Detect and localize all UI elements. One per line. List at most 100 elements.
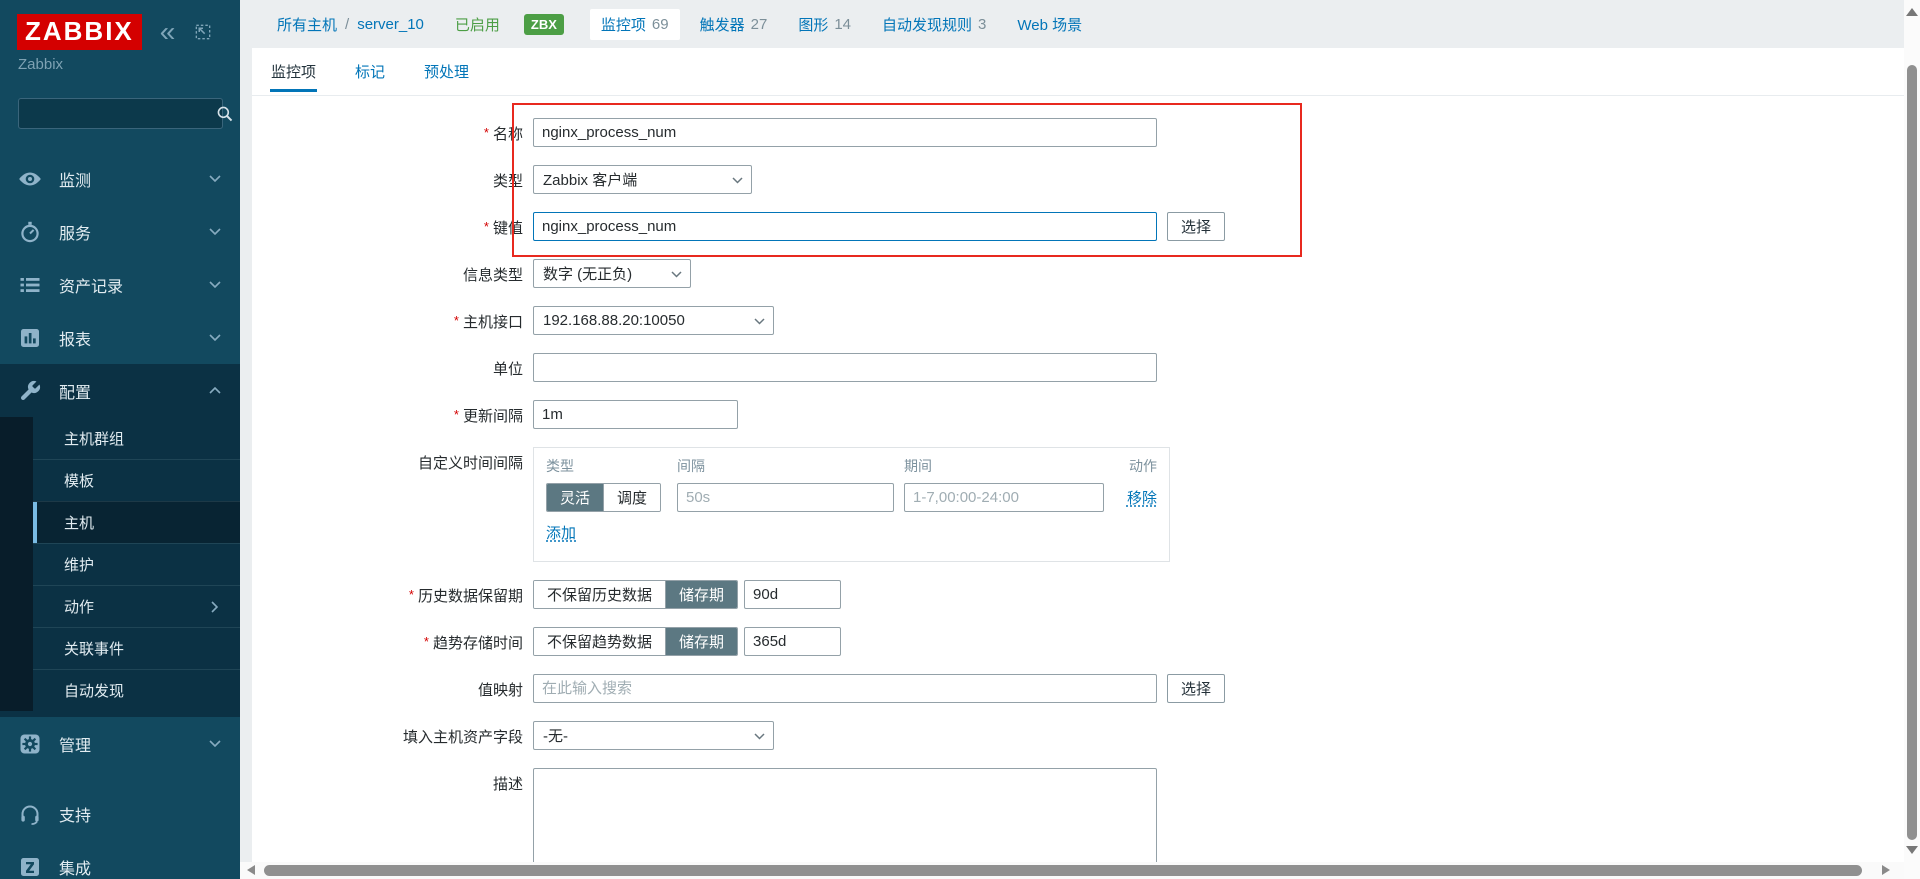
horizontal-scroll-thumb[interactable] [264, 865, 1862, 876]
type-select[interactable]: Zabbix 客户端 [533, 165, 752, 194]
breadcrumb-host[interactable]: server_10 [357, 16, 424, 33]
kiosk-mode-icon[interactable] [193, 22, 213, 42]
eye-icon [18, 167, 42, 191]
sidebar-item-administration[interactable]: 管理 [0, 717, 240, 770]
sidebar-item-reports[interactable]: 报表 [0, 311, 240, 364]
no-history-option[interactable]: 不保留历史数据 [534, 581, 665, 608]
host-nav-items[interactable]: 监控项 69 [590, 9, 680, 40]
host-status[interactable]: 已启用 [455, 14, 500, 35]
vertical-scroll-thumb[interactable] [1907, 65, 1917, 840]
inventory-field-select[interactable]: -无- [533, 721, 774, 750]
sidebar-item-label: 管理 [59, 732, 91, 756]
submenu-item-templates[interactable]: 模板 [33, 459, 240, 501]
host-interface-select[interactable]: 192.168.88.20:10050 [533, 306, 774, 335]
zbx-agent-badge: ZBX [524, 14, 564, 35]
history-storage-option[interactable]: 储存期 [665, 581, 737, 608]
scroll-down-arrow[interactable] [1906, 846, 1918, 854]
tab-item[interactable]: 监控项 [270, 61, 317, 92]
required-marker: * [454, 313, 459, 328]
name-input[interactable] [533, 118, 1157, 147]
chevron-down-icon [732, 177, 743, 184]
chevron-down-icon [671, 271, 682, 278]
scroll-up-arrow[interactable] [1906, 8, 1918, 16]
required-marker: * [484, 125, 489, 140]
trends-input[interactable] [744, 627, 841, 656]
flexible-option[interactable]: 灵活 [547, 484, 603, 511]
host-interface-label: *主机接口 [252, 306, 523, 332]
host-nav-web-scenarios[interactable]: Web 场景 [1006, 9, 1099, 40]
add-interval-link[interactable]: 添加 [546, 525, 576, 542]
sidebar-item-label: 配置 [59, 379, 91, 403]
no-trends-option[interactable]: 不保留趋势数据 [534, 628, 665, 655]
server-name: Zabbix [18, 56, 63, 73]
host-nav-triggers[interactable]: 触发器 27 [689, 9, 779, 40]
value-map-select-button[interactable]: 选择 [1167, 674, 1225, 703]
required-marker: * [454, 407, 459, 422]
custom-intervals-label: 自定义时间间隔 [252, 447, 523, 473]
units-input[interactable] [533, 353, 1157, 382]
submenu-item-actions[interactable]: 动作 [33, 585, 240, 627]
sidebar-item-support[interactable]: 支持 [0, 787, 240, 840]
info-type-select[interactable]: 数字 (无正负) [533, 259, 691, 288]
interval-input[interactable] [677, 483, 894, 512]
key-input[interactable] [533, 212, 1157, 241]
tab-tags[interactable]: 标记 [354, 61, 386, 92]
remove-interval-link[interactable]: 移除 [1127, 490, 1157, 507]
custom-interval-row: 灵活 调度 移除 [546, 483, 1157, 512]
breadcrumb-all-hosts[interactable]: 所有主机 [277, 14, 337, 35]
header-type: 类型 [546, 456, 677, 476]
form-row-host-interface: *主机接口 192.168.88.20:10050 [252, 306, 1904, 335]
submenu-item-hosts[interactable]: 主机 [33, 501, 240, 543]
submenu-item-discovery[interactable]: 自动发现 [33, 669, 240, 711]
scroll-left-arrow[interactable] [247, 865, 255, 875]
trends-label: *趋势存储时间 [252, 627, 523, 653]
period-input[interactable] [904, 483, 1104, 512]
host-nav-discovery-rules[interactable]: 自动发现规则 3 [871, 9, 997, 40]
value-map-input[interactable] [533, 674, 1157, 703]
sidebar-item-services[interactable]: 服务 [0, 205, 240, 258]
item-form: *名称 类型 Zabbix 客户端 *键值 [252, 118, 1904, 862]
breadcrumb-separator: / [345, 16, 349, 33]
history-input[interactable] [744, 580, 841, 609]
headset-icon [18, 802, 42, 826]
key-select-button[interactable]: 选择 [1167, 212, 1225, 241]
trends-storage-option[interactable]: 储存期 [665, 628, 737, 655]
wrench-icon [18, 379, 42, 403]
form-row-key: *键值 选择 [252, 212, 1904, 241]
header-period: 期间 [904, 456, 1122, 476]
submenu-item-host-groups[interactable]: 主机群组 [33, 417, 240, 459]
submenu-item-event-correlation[interactable]: 关联事件 [33, 627, 240, 669]
update-interval-label: *更新间隔 [252, 400, 523, 426]
chevron-right-icon [211, 601, 218, 613]
sidebar-search[interactable] [18, 98, 223, 129]
host-nav-label: Web 场景 [1017, 14, 1082, 35]
sidebar-item-integrations[interactable]: 集成 [0, 840, 240, 879]
interval-type-toggle: 灵活 调度 [546, 483, 661, 512]
sidebar-item-monitoring[interactable]: 监测 [0, 152, 240, 205]
history-toggle: 不保留历史数据 储存期 [533, 580, 738, 609]
bar-chart-icon [18, 326, 42, 350]
tab-preprocessing[interactable]: 预处理 [423, 61, 470, 92]
sidebar-item-inventory[interactable]: 资产记录 [0, 258, 240, 311]
description-textarea[interactable] [533, 768, 1157, 862]
sidebar-collapse-icon[interactable]: « [160, 22, 176, 42]
sidebar-item-configuration[interactable]: 配置 [0, 364, 240, 417]
required-marker: * [424, 634, 429, 649]
required-marker: * [484, 219, 489, 234]
form-row-inventory-field: 填入主机资产字段 -无- [252, 721, 1904, 750]
host-nav-label: 触发器 [700, 14, 745, 35]
chevron-down-icon [754, 318, 765, 325]
history-label: *历史数据保留期 [252, 580, 523, 606]
host-nav-graphs[interactable]: 图形 14 [787, 9, 862, 40]
host-nav: 监控项 69 触发器 27 图形 14 自动发现规则 3 Web 场景 [581, 9, 1099, 40]
list-icon [18, 273, 42, 297]
search-input[interactable] [19, 106, 216, 122]
zabbix-logo[interactable]: ZABBIX [17, 14, 142, 50]
scheduling-option[interactable]: 调度 [603, 484, 660, 511]
submenu-item-maintenance[interactable]: 维护 [33, 543, 240, 585]
scroll-right-arrow[interactable] [1882, 865, 1890, 875]
header-interval: 间隔 [677, 456, 904, 476]
units-label: 单位 [252, 353, 523, 379]
host-nav-label: 自动发现规则 [882, 14, 972, 35]
update-interval-input[interactable] [533, 400, 738, 429]
